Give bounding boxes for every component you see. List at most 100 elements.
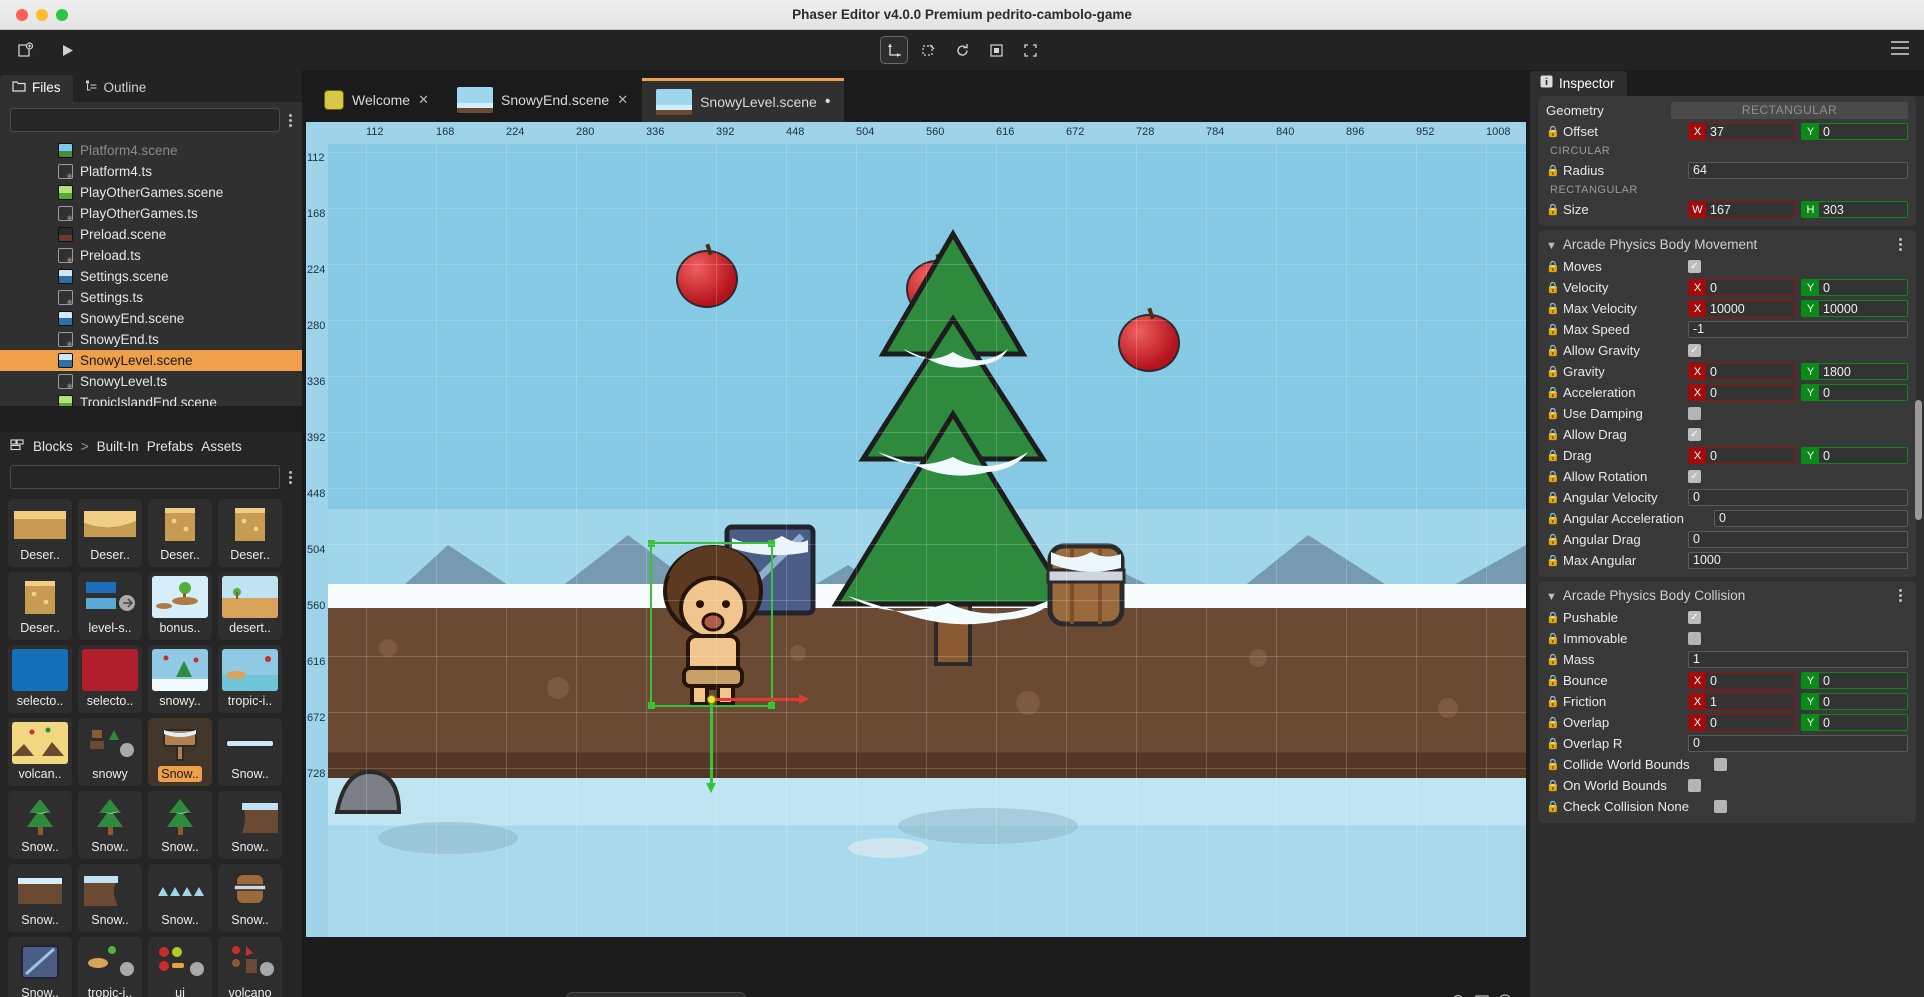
file-tree-item[interactable]: Preload.scene xyxy=(0,224,302,245)
property-y-field[interactable]: Y10000 xyxy=(1801,300,1908,317)
close-tab-icon[interactable]: ✕ xyxy=(418,92,429,108)
size-w-field[interactable]: W167 xyxy=(1688,201,1795,218)
block-item[interactable]: Snow.. xyxy=(148,718,212,786)
property-x-field[interactable]: X0 xyxy=(1688,714,1795,731)
size-h-field[interactable]: H303 xyxy=(1801,201,1908,218)
scene-bottom-toolbar[interactable] xyxy=(566,992,746,997)
lock-icon[interactable]: 🔒 xyxy=(1546,675,1558,687)
block-item[interactable]: Snow.. xyxy=(148,791,212,859)
property-field[interactable]: 1000 xyxy=(1688,552,1908,569)
tab-outline[interactable]: Outline xyxy=(73,75,159,102)
blocks-crumb-prefabs[interactable]: Prefabs xyxy=(147,439,194,454)
property-x-field[interactable]: X1 xyxy=(1688,693,1795,710)
block-item[interactable]: Snow.. xyxy=(148,864,212,932)
lock-icon[interactable]: 🔒 xyxy=(1546,261,1558,273)
lock-icon[interactable]: 🔒 xyxy=(1546,324,1558,336)
blocks-crumb-built-in[interactable]: Built-In xyxy=(97,439,139,454)
lock-icon[interactable]: 🔒 xyxy=(1546,408,1558,420)
lock-icon[interactable]: 🔒 xyxy=(1546,345,1558,357)
block-item[interactable]: tropic-i.. xyxy=(78,937,142,997)
property-x-field[interactable]: X0 xyxy=(1688,447,1795,464)
geometry-select[interactable]: RECTANGULAR xyxy=(1671,102,1908,119)
file-tree-item[interactable]: Settings.ts xyxy=(0,287,302,308)
property-checkbox[interactable] xyxy=(1714,758,1727,771)
property-checkbox[interactable] xyxy=(1714,800,1727,813)
file-tree-item[interactable]: Platform4.scene xyxy=(0,140,302,161)
file-tree-item[interactable]: TropicIslandEnd.scene xyxy=(0,392,302,406)
collision-section-header[interactable]: ▼Arcade Physics Body Collision xyxy=(1538,585,1916,607)
block-item[interactable]: Snow.. xyxy=(78,791,142,859)
editor-tab[interactable]: Welcome✕ xyxy=(310,78,443,122)
translate-tool-icon[interactable] xyxy=(880,36,908,64)
lock-icon[interactable]: 🔒 xyxy=(1546,492,1558,504)
barrel-sprite[interactable] xyxy=(1042,536,1130,633)
blocks-filter-input[interactable] xyxy=(10,465,280,489)
lock-icon[interactable]: 🔒 xyxy=(1546,717,1558,729)
property-field[interactable]: 1 xyxy=(1688,651,1908,668)
block-item[interactable]: ui xyxy=(148,937,212,997)
property-field[interactable]: 0 xyxy=(1714,510,1908,527)
property-checkbox[interactable]: ✓ xyxy=(1688,344,1701,357)
files-menu-icon[interactable] xyxy=(280,114,296,127)
property-x-field[interactable]: X0 xyxy=(1688,384,1795,401)
block-item[interactable]: Snow.. xyxy=(218,864,282,932)
file-tree-item[interactable]: SnowyLevel.ts xyxy=(0,371,302,392)
lock-icon[interactable]: 🔒 xyxy=(1546,387,1558,399)
block-item[interactable]: Deser.. xyxy=(78,499,142,567)
lock-icon[interactable]: 🔒 xyxy=(1546,303,1558,315)
lock-icon[interactable]: 🔒 xyxy=(1546,654,1558,666)
window-controls[interactable] xyxy=(16,0,68,30)
block-item[interactable]: tropic-i.. xyxy=(218,645,282,713)
property-x-field[interactable]: X0 xyxy=(1688,672,1795,689)
block-item[interactable]: bonus.. xyxy=(148,572,212,640)
close-tab-icon[interactable]: ✕ xyxy=(617,92,628,108)
block-item[interactable]: Deser.. xyxy=(218,499,282,567)
block-item[interactable]: selecto.. xyxy=(8,645,72,713)
gizmo-origin-handle[interactable] xyxy=(707,695,716,704)
blocks-menu-icon[interactable] xyxy=(280,471,296,484)
property-checkbox[interactable]: ✓ xyxy=(1688,470,1701,483)
resize-handle-se[interactable] xyxy=(768,702,775,709)
block-item[interactable]: Snow.. xyxy=(218,718,282,786)
tab-files[interactable]: Files xyxy=(0,75,73,102)
fit-icon[interactable] xyxy=(982,36,1010,64)
radius-field[interactable]: 64 xyxy=(1688,162,1908,179)
lock-icon[interactable]: 🔒 xyxy=(1546,696,1558,708)
property-x-field[interactable]: X0 xyxy=(1688,279,1795,296)
movement-menu-icon[interactable] xyxy=(1890,238,1906,251)
property-y-field[interactable]: Y0 xyxy=(1801,693,1908,710)
property-checkbox[interactable]: ✓ xyxy=(1688,611,1701,624)
select-tool-icon[interactable] xyxy=(914,36,942,64)
file-tree-item[interactable]: PlayOtherGames.scene xyxy=(0,182,302,203)
lock-icon[interactable]: 🔒 xyxy=(1546,429,1558,441)
lock-icon[interactable]: 🔒 xyxy=(1546,555,1558,567)
block-item[interactable]: volcano xyxy=(218,937,282,997)
offset-y-field[interactable]: Y0 xyxy=(1801,123,1908,140)
file-tree-item[interactable]: SnowyLevel.scene xyxy=(0,350,302,371)
minimize-window-button[interactable] xyxy=(36,9,48,21)
lock-icon[interactable]: 🔒 xyxy=(1546,471,1558,483)
block-item[interactable]: Snow.. xyxy=(8,791,72,859)
property-field[interactable]: -1 xyxy=(1688,321,1908,338)
close-window-button[interactable] xyxy=(16,9,28,21)
block-item[interactable]: Deser.. xyxy=(8,572,72,640)
lock-icon[interactable]: 🔒 xyxy=(1546,759,1558,771)
block-item[interactable]: desert.. xyxy=(218,572,282,640)
block-item[interactable]: Deser.. xyxy=(148,499,212,567)
property-y-field[interactable]: Y0 xyxy=(1801,279,1908,296)
property-field[interactable]: 0 xyxy=(1688,531,1908,548)
file-tree-item[interactable]: Platform4.ts xyxy=(0,161,302,182)
lock-icon[interactable]: 🔒 xyxy=(1546,612,1558,624)
file-tree-item[interactable]: SnowyEnd.ts xyxy=(0,329,302,350)
block-item[interactable]: volcan.. xyxy=(8,718,72,786)
property-checkbox[interactable] xyxy=(1688,632,1701,645)
file-tree-item[interactable]: Preload.ts xyxy=(0,245,302,266)
file-tree-item[interactable]: Settings.scene xyxy=(0,266,302,287)
chevron-down-icon[interactable]: ▼ xyxy=(1546,240,1557,252)
refresh-icon[interactable] xyxy=(948,36,976,64)
property-checkbox[interactable] xyxy=(1688,407,1701,420)
maximize-window-button[interactable] xyxy=(56,9,68,21)
lock-icon[interactable]: 🔒 xyxy=(1546,513,1558,525)
lock-icon[interactable]: 🔒 xyxy=(1546,282,1558,294)
hamburger-menu-icon[interactable] xyxy=(1890,40,1910,61)
